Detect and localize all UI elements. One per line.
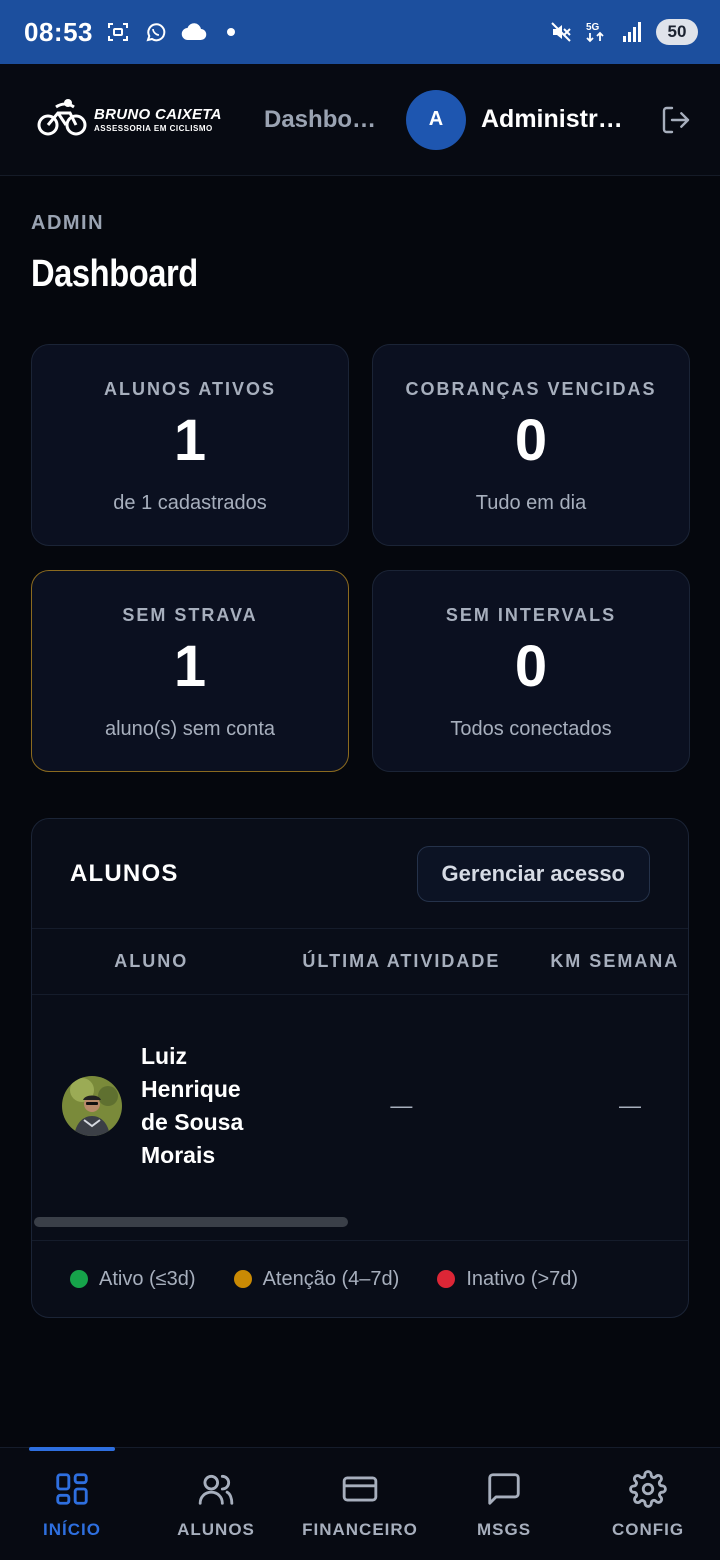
stat-card-sem-intervals[interactable]: SEM INTERVALS 0 Todos conectados (372, 570, 690, 772)
mute-icon (548, 19, 574, 45)
nav-item-inicio[interactable]: INÍCIO (0, 1447, 144, 1560)
student-name[interactable]: Luiz Henrique de Sousa Morais (141, 1040, 261, 1172)
stat-label: COBRANÇAS VENCIDAS (405, 379, 657, 399)
stat-card-cobrancas-vencidas[interactable]: COBRANÇAS VENCIDAS 0 Tudo em dia (372, 344, 690, 546)
stat-value: 0 (514, 634, 548, 699)
main-content: ADMIN Dashboard ALUNOS ATIVOS 1 de 1 cad… (0, 212, 720, 1318)
svg-text:5G: 5G (586, 22, 600, 33)
brand-logo[interactable]: BRUNO CAIXETA ASSESSORIA EM CICLISMO (36, 97, 246, 142)
student-avatar (62, 1076, 122, 1136)
status-bar: 08:53 5G 50 (0, 0, 720, 64)
table-header: ALUNO ÚLTIMA ATIVIDADE KM SEMANA (32, 929, 688, 995)
stat-value: 1 (173, 634, 207, 699)
cloud-icon (181, 19, 207, 45)
whatsapp-icon (143, 19, 169, 45)
stat-card-sem-strava[interactable]: SEM STRAVA 1 aluno(s) sem conta (31, 570, 349, 772)
app-header: BRUNO CAIXETA ASSESSORIA EM CICLISMO Das… (0, 64, 720, 176)
nav-label: ALUNOS (177, 1520, 255, 1539)
notification-dot-icon (227, 28, 235, 36)
page-title: Dashboard (31, 253, 198, 295)
last-activity-value: — (390, 1093, 413, 1118)
legend-label: Atenção (4–7d) (262, 1267, 400, 1290)
alunos-card: ALUNOS Gerenciar acesso ALUNO ÚLTIMA ATI… (31, 818, 689, 1318)
chat-icon (488, 1473, 520, 1505)
stat-subtext: aluno(s) sem conta (104, 718, 276, 740)
stat-value: 0 (514, 408, 548, 473)
logo-name: BRUNO CAIXETA (94, 105, 222, 123)
status-legend: Ativo (≤3d) Atenção (4–7d) Inativo (>7d) (32, 1241, 688, 1317)
nav-label: CONFIG (611, 1520, 685, 1539)
nav-label: INÍCIO (43, 1520, 101, 1539)
green-dot-icon (70, 1270, 88, 1288)
page-eyebrow: ADMIN (31, 212, 105, 234)
table-row[interactable]: Luiz Henrique de Sousa Morais — — (32, 995, 688, 1217)
column-header-aluno[interactable]: ALUNO (32, 951, 271, 972)
horizontal-scrollbar[interactable] (32, 1217, 688, 1241)
nav-item-msgs[interactable]: MSGS (432, 1448, 576, 1560)
user-avatar[interactable]: A (406, 89, 466, 150)
nav-label: FINANCEIRO (302, 1520, 418, 1539)
stat-subtext: Todos conectados (450, 718, 612, 740)
column-header-km-semana[interactable]: KM SEMANA (532, 951, 688, 972)
nav-label: MSGS (476, 1520, 532, 1539)
red-dot-icon (437, 1270, 456, 1288)
nav-item-alunos[interactable]: ALUNOS (144, 1448, 288, 1560)
users-icon (198, 1474, 234, 1505)
battery-indicator: 50 (656, 19, 698, 45)
stat-subtext: Tudo em dia (475, 492, 587, 514)
logout-icon (662, 106, 690, 133)
grid-icon (56, 1473, 88, 1505)
legend-item-ativo: Ativo (≤3d) (70, 1268, 196, 1291)
network-5g-icon: 5G (584, 19, 610, 45)
column-header-ultima-atividade[interactable]: ÚLTIMA ATIVIDADE (271, 951, 533, 972)
scrollbar-thumb[interactable] (34, 1217, 348, 1227)
stat-label: SEM INTERVALS (445, 605, 617, 625)
legend-item-atencao: Atenção (4–7d) (233, 1267, 400, 1291)
stat-card-alunos-ativos[interactable]: ALUNOS ATIVOS 1 de 1 cadastrados (31, 344, 349, 546)
signal-icon (620, 19, 646, 45)
stats-grid: ALUNOS ATIVOS 1 de 1 cadastrados COBRANÇ… (31, 344, 690, 772)
cyclist-icon (36, 97, 88, 142)
logo-tagline: ASSESSORIA EM CICLISMO (94, 123, 213, 133)
screenshot-icon (105, 19, 131, 45)
alunos-card-title: ALUNOS (70, 859, 179, 887)
header-title: Dashboard (264, 105, 384, 133)
nav-item-financeiro[interactable]: FINANCEIRO (288, 1448, 432, 1560)
stat-value: 1 (173, 408, 207, 473)
logout-button[interactable] (656, 100, 696, 140)
status-time: 08:53 (24, 16, 93, 47)
manage-access-button[interactable]: Gerenciar acesso (416, 845, 650, 902)
gear-icon (629, 1470, 667, 1508)
user-name[interactable]: Administrador (481, 105, 631, 134)
active-tab-indicator (29, 1447, 115, 1451)
nav-item-config[interactable]: CONFIG (576, 1448, 720, 1560)
card-icon (342, 1476, 378, 1502)
stat-subtext: de 1 cadastrados (113, 492, 267, 514)
alunos-table[interactable]: ALUNO ÚLTIMA ATIVIDADE KM SEMANA Luiz He… (32, 929, 688, 1241)
bottom-nav: INÍCIO ALUNOS FINANCEIRO MSGS CONFIG (0, 1447, 720, 1560)
legend-item-inativo: Inativo (>7d) (437, 1268, 578, 1291)
yellow-dot-icon (233, 1270, 252, 1288)
stat-label: SEM STRAVA (122, 605, 258, 625)
legend-label: Ativo (≤3d) (99, 1267, 196, 1290)
km-week-value: — (618, 1093, 641, 1118)
legend-label: Inativo (>7d) (466, 1267, 579, 1290)
stat-label: ALUNOS ATIVOS (103, 379, 276, 399)
